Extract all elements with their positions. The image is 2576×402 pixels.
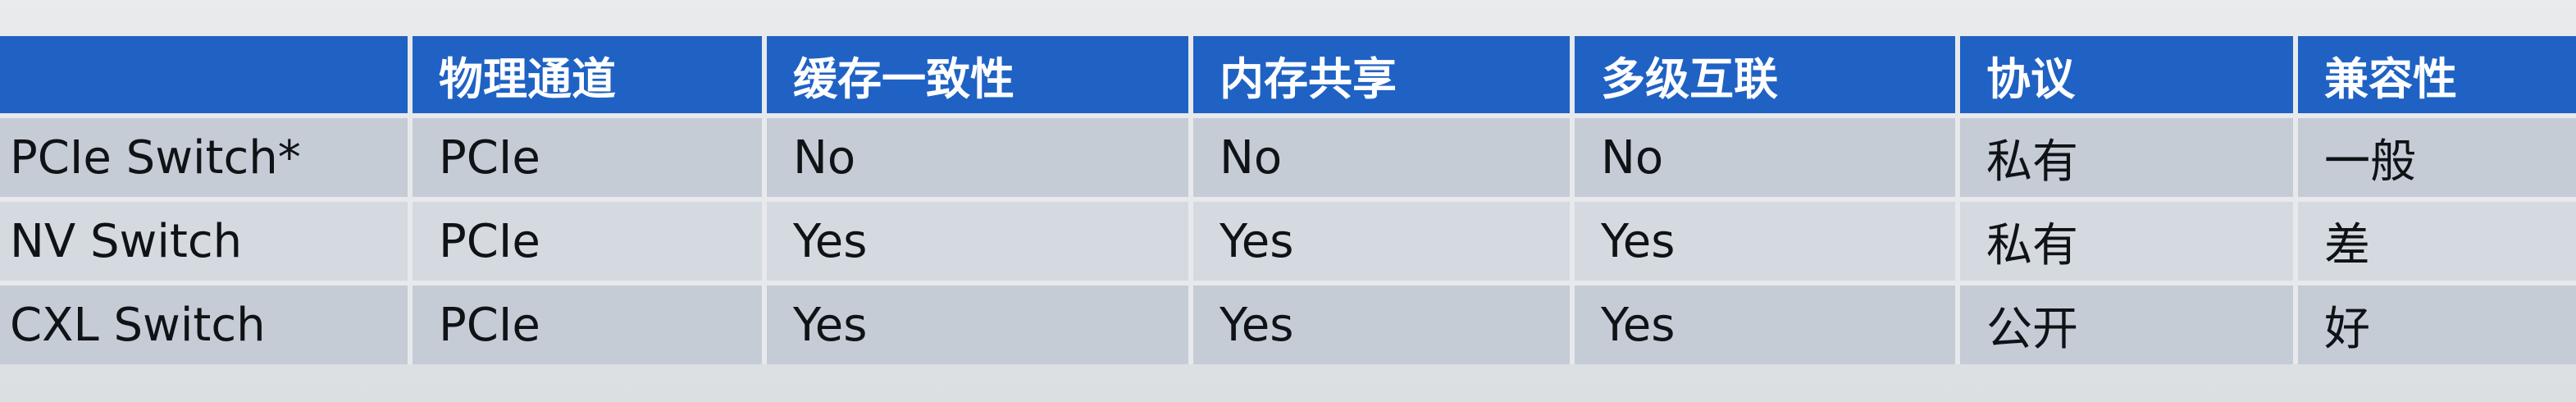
cell-physical-channel: PCIe [410,283,767,364]
table-row: NV Switch PCIe Yes Yes Yes 私有 差 [0,199,2576,286]
header-protocol: 协议 [1958,36,2298,118]
row-label: PCIe Switch* [0,116,413,202]
header-physical-channel: 物理通道 [410,36,767,118]
cell-memory-sharing: No [1191,116,1575,202]
cell-protocol: 私有 [1958,116,2298,202]
table-row: CXL Switch PCIe Yes Yes Yes 公开 好 [0,283,2576,364]
cell-physical-channel: PCIe [410,199,767,286]
table-row: PCIe Switch* PCIe No No No 私有 一般 [0,116,2576,202]
slide: 物理通道 缓存一致性 内存共享 多级互联 协议 兼容性 PCIe Switch*… [0,0,2576,402]
cell-compatibility: 差 [2296,199,2576,286]
cell-compatibility: 一般 [2296,116,2576,202]
row-label: CXL Switch [0,283,413,364]
row-label: NV Switch [0,199,413,286]
cell-cache-coherence: No [764,116,1193,202]
header-cache-coherence: 缓存一致性 [764,36,1193,118]
header-memory-sharing: 内存共享 [1191,36,1575,118]
table-header: 物理通道 缓存一致性 内存共享 多级互联 协议 兼容性 [0,36,2576,118]
cell-cache-coherence: Yes [764,283,1193,364]
table-body: PCIe Switch* PCIe No No No 私有 一般 NV Swit… [0,116,2576,364]
cell-cache-coherence: Yes [764,199,1193,286]
switch-comparison-table: 物理通道 缓存一致性 内存共享 多级互联 协议 兼容性 PCIe Switch*… [0,36,2576,364]
header-row: 物理通道 缓存一致性 内存共享 多级互联 协议 兼容性 [0,36,2576,118]
header-compatibility: 兼容性 [2296,36,2576,118]
header-corner-cell [0,36,413,118]
cell-protocol: 私有 [1958,199,2298,286]
cell-multilevel-interconnect: Yes [1572,283,1960,364]
header-multilevel-interconnect: 多级互联 [1572,36,1960,118]
cell-multilevel-interconnect: No [1572,116,1960,202]
cell-physical-channel: PCIe [410,116,767,202]
cell-multilevel-interconnect: Yes [1572,199,1960,286]
cell-memory-sharing: Yes [1191,283,1575,364]
cell-memory-sharing: Yes [1191,199,1575,286]
cell-compatibility: 好 [2296,283,2576,364]
cell-protocol: 公开 [1958,283,2298,364]
